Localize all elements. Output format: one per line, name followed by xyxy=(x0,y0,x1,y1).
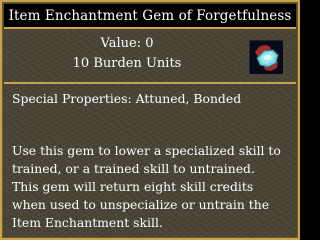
description-line: Item Enchantment skill. xyxy=(12,215,163,230)
description-line: trained, or a trained skill to untrained… xyxy=(12,161,255,176)
item-title: Item Enchantment Gem of Forgetfulness xyxy=(8,8,292,24)
description-line: Use this gem to lower a specialized skil… xyxy=(12,143,281,158)
item-value: Value: 0 xyxy=(100,36,154,51)
item-description: Use this gem to lower a specialized skil… xyxy=(12,142,292,232)
item-tooltip-panel: Item Enchantment Gem of Forgetfulness Va… xyxy=(0,0,300,240)
gem-icon xyxy=(249,40,283,74)
description-line: This gem will return eight skill credits xyxy=(12,179,254,194)
special-properties: Special Properties: Attuned, Bonded xyxy=(12,91,242,106)
item-burden: 10 Burden Units xyxy=(72,56,182,71)
title-bar: Item Enchantment Gem of Forgetfulness xyxy=(4,4,296,29)
section-divider xyxy=(4,82,296,84)
description-line: when used to unspecialize or untrain the xyxy=(12,197,270,212)
